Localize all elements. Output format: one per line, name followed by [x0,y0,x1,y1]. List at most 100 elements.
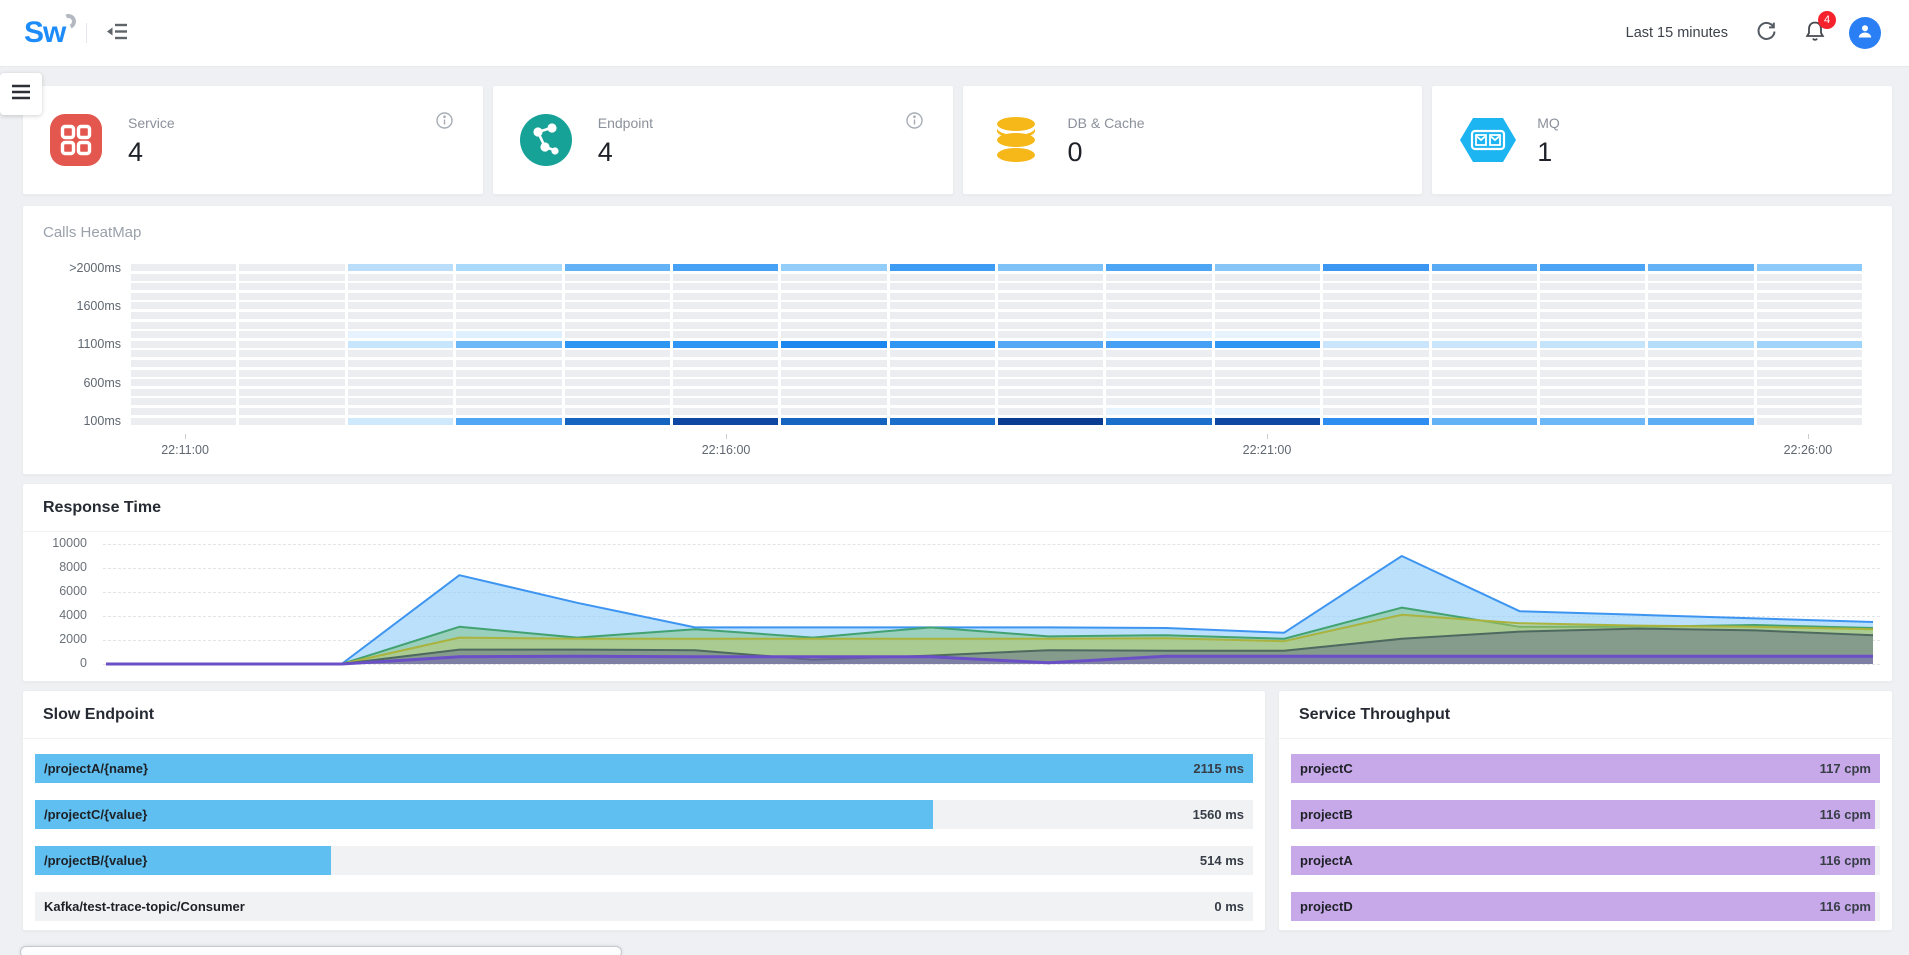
heatmap-cell[interactable] [1106,370,1211,377]
heatmap-cell[interactable] [565,341,670,348]
heatmap-cell[interactable] [348,408,453,415]
heatmap-cell[interactable] [1757,370,1862,377]
heatmap-cell[interactable] [1323,370,1428,377]
heatmap-cell[interactable] [456,264,561,271]
heatmap-cell[interactable] [131,264,236,271]
heatmap-cell[interactable] [239,389,344,396]
heatmap-cell[interactable] [1323,283,1428,290]
heatmap-cell[interactable] [1323,302,1428,309]
heatmap-cell[interactable] [1757,379,1862,386]
heatmap-cell[interactable] [781,389,886,396]
heatmap-cell[interactable] [1540,408,1645,415]
heatmap-cell[interactable] [565,418,670,425]
heatmap-cell[interactable] [1215,274,1320,281]
heatmap-cell[interactable] [131,274,236,281]
heatmap-cell[interactable] [1757,350,1862,357]
heatmap-cell[interactable] [1432,293,1537,300]
heatmap-cell[interactable] [890,312,995,319]
horizontal-scrollbar[interactable] [20,946,622,955]
heatmap-cell[interactable] [456,398,561,405]
heatmap-cell[interactable] [890,408,995,415]
heatmap-cell[interactable] [1106,331,1211,338]
heatmap-cell[interactable] [348,302,453,309]
heatmap-cell[interactable] [456,350,561,357]
heatmap-cell[interactable] [131,408,236,415]
info-icon[interactable] [436,112,453,134]
heatmap-cell[interactable] [456,370,561,377]
heatmap-cell[interactable] [1757,331,1862,338]
heatmap-cell[interactable] [565,293,670,300]
heatmap-cell[interactable] [1323,398,1428,405]
heatmap-cell[interactable] [1106,274,1211,281]
heatmap-cell[interactable] [565,379,670,386]
heatmap-cell[interactable] [998,322,1103,329]
heatmap-cell[interactable] [1106,264,1211,271]
heatmap-cell[interactable] [131,389,236,396]
card-service[interactable]: Service 4 [22,85,484,195]
heatmap-cell[interactable] [348,418,453,425]
heatmap-cell[interactable] [456,341,561,348]
heatmap-cell[interactable] [1106,322,1211,329]
heatmap-cell[interactable] [131,360,236,367]
heatmap-cell[interactable] [456,389,561,396]
heatmap-cell[interactable] [673,418,778,425]
notifications-button[interactable]: 4 [1805,20,1825,47]
heatmap-cell[interactable] [239,379,344,386]
heatmap-cell[interactable] [781,274,886,281]
bar-row[interactable]: projectB116 cpm [1291,800,1880,829]
heatmap-cell[interactable] [1757,341,1862,348]
card-db-cache[interactable]: DB & Cache 0 [962,85,1424,195]
heatmap-cell[interactable] [1540,312,1645,319]
heatmap-cell[interactable] [1432,418,1537,425]
heatmap-cell[interactable] [1432,379,1537,386]
heatmap-cell[interactable] [673,264,778,271]
heatmap-cell[interactable] [781,370,886,377]
heatmap-cell[interactable] [1648,389,1753,396]
heatmap-cell[interactable] [673,322,778,329]
heatmap-cell[interactable] [1648,379,1753,386]
heatmap-cell[interactable] [1106,283,1211,290]
info-icon[interactable] [906,112,923,134]
heatmap-cell[interactable] [348,264,453,271]
heatmap-cell[interactable] [998,283,1103,290]
heatmap-cell[interactable] [673,293,778,300]
heatmap-cell[interactable] [1106,418,1211,425]
heatmap-cell[interactable] [456,379,561,386]
heatmap-cell[interactable] [1648,350,1753,357]
heatmap-cell[interactable] [998,312,1103,319]
heatmap-cell[interactable] [239,341,344,348]
heatmap-cell[interactable] [890,389,995,396]
heatmap-cell[interactable] [565,331,670,338]
heatmap-cell[interactable] [1215,341,1320,348]
heatmap-cell[interactable] [781,264,886,271]
heatmap-cell[interactable] [1432,312,1537,319]
heatmap-cell[interactable] [1323,312,1428,319]
heatmap-cell[interactable] [1648,331,1753,338]
heatmap-cell[interactable] [1757,302,1862,309]
heatmap-cell[interactable] [998,360,1103,367]
heatmap-cell[interactable] [1757,283,1862,290]
heatmap-cell[interactable] [1648,408,1753,415]
heatmap-cell[interactable] [1323,360,1428,367]
heatmap-cell[interactable] [673,341,778,348]
heatmap-cell[interactable] [1106,293,1211,300]
heatmap-cell[interactable] [239,293,344,300]
heatmap-cell[interactable] [1648,360,1753,367]
heatmap-cell[interactable] [348,360,453,367]
menu-unfold-button[interactable] [103,19,131,47]
heatmap-cell[interactable] [673,274,778,281]
heatmap-cell[interactable] [1215,418,1320,425]
heatmap-cell[interactable] [781,379,886,386]
skywalking-logo[interactable]: Sw [24,16,76,50]
bar-row[interactable]: Kafka/test-trace-topic/Consumer0 ms [35,892,1253,921]
heatmap-cell[interactable] [1540,322,1645,329]
heatmap-cell[interactable] [239,408,344,415]
heatmap-cell[interactable] [1432,398,1537,405]
heatmap-cell[interactable] [348,293,453,300]
heatmap-cell[interactable] [781,331,886,338]
heatmap-cell[interactable] [890,302,995,309]
bar-row[interactable]: /projectA/{name}2115 ms [35,754,1253,783]
heatmap-cell[interactable] [1648,398,1753,405]
heatmap-cell[interactable] [239,283,344,290]
heatmap-cell[interactable] [890,360,995,367]
